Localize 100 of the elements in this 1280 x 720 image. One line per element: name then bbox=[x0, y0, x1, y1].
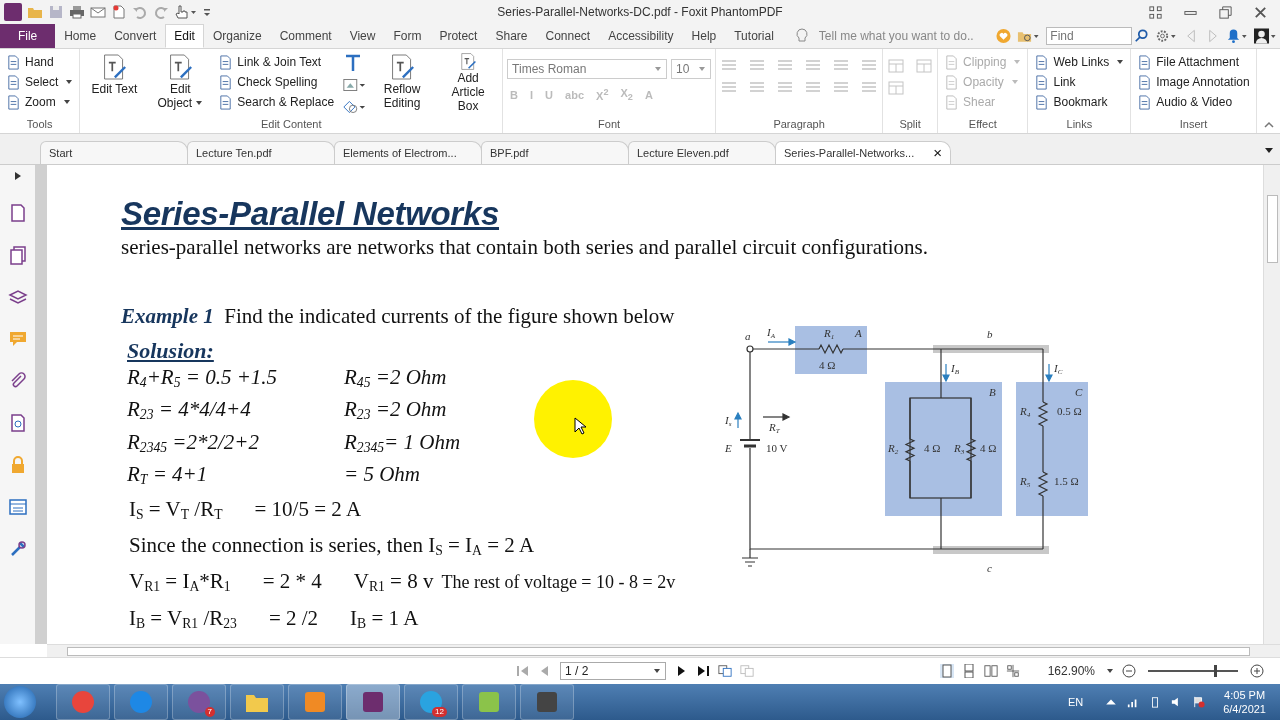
ribbon-large-button[interactable]: Reflow Editing bbox=[372, 51, 433, 115]
continuous-facing-icon[interactable] bbox=[1005, 664, 1020, 678]
start-button[interactable] bbox=[4, 686, 36, 718]
layers-icon[interactable] bbox=[7, 287, 28, 307]
expand-arrow-icon[interactable] bbox=[13, 171, 22, 181]
flag-alert-icon[interactable] bbox=[1193, 696, 1206, 708]
ribbon-tab[interactable]: Organize bbox=[203, 24, 271, 48]
ribbon-large-button[interactable]: Edit Object bbox=[150, 51, 211, 115]
close-icon[interactable] bbox=[1253, 4, 1268, 20]
bell-icon[interactable] bbox=[1225, 28, 1249, 44]
tool-icon bbox=[944, 54, 960, 70]
ribbon-button[interactable]: Bookmark bbox=[1032, 94, 1127, 110]
document-tab[interactable]: BPF.pdf bbox=[481, 141, 629, 164]
ribbon-tab[interactable]: Protect bbox=[430, 24, 487, 48]
collapse-caret-icon[interactable] bbox=[1264, 121, 1274, 129]
tab-label: Start bbox=[49, 147, 73, 159]
ribbon-tab[interactable]: Edit bbox=[165, 24, 204, 48]
ribbon-button[interactable]: Link & Join Text bbox=[216, 54, 337, 70]
ribbon-button[interactable]: Search & Replace bbox=[216, 94, 337, 110]
taskbar-button[interactable] bbox=[346, 684, 400, 720]
ribbon-tab[interactable]: Home bbox=[55, 24, 106, 48]
ribbon-button[interactable]: Hand bbox=[4, 54, 76, 70]
ribbon-large-button[interactable]: Edit Text bbox=[84, 51, 145, 115]
ribbon-large-button[interactable]: Add Article Box bbox=[438, 51, 499, 115]
document-tab[interactable]: Lecture Eleven.pdf bbox=[628, 141, 776, 164]
language-indicator[interactable]: EN bbox=[1067, 696, 1084, 708]
ribbon-tab[interactable]: Convert bbox=[105, 24, 166, 48]
facing-pages-icon[interactable] bbox=[983, 664, 998, 678]
shape-tool-icon[interactable] bbox=[342, 76, 367, 94]
print-icon[interactable] bbox=[69, 4, 85, 20]
font-size-dropdown[interactable]: 10 bbox=[671, 59, 712, 79]
heart-badge-icon[interactable] bbox=[995, 28, 1011, 44]
ribbon-tab[interactable]: Comment bbox=[270, 24, 341, 48]
ribbon-button[interactable]: Web Links bbox=[1032, 54, 1127, 70]
zoom-in-icon[interactable] bbox=[1250, 664, 1264, 678]
taskbar-button[interactable] bbox=[520, 684, 574, 720]
vertical-scrollbar[interactable] bbox=[1263, 165, 1280, 644]
zoom-level[interactable]: 162.90% bbox=[1047, 664, 1095, 678]
taskbar-button[interactable] bbox=[462, 684, 516, 720]
tab-list-caret-icon[interactable] bbox=[1264, 146, 1274, 154]
clock-date[interactable]: 6/4/2021 bbox=[1223, 702, 1266, 716]
hand-pointer-icon[interactable] bbox=[174, 4, 198, 20]
file-tab[interactable]: File bbox=[0, 24, 56, 48]
taskbar-button[interactable] bbox=[56, 684, 110, 720]
ribbon-button[interactable]: File Attachment bbox=[1135, 54, 1252, 70]
horizontal-scrollbar[interactable] bbox=[47, 644, 1280, 657]
globe-icon bbox=[128, 689, 154, 715]
ribbon-tab[interactable]: Share bbox=[486, 24, 537, 48]
caret-icon[interactable] bbox=[1106, 667, 1114, 675]
ribbon-mode-icon[interactable] bbox=[1148, 4, 1163, 20]
slider-thumb[interactable] bbox=[1213, 665, 1217, 677]
undo-icon[interactable] bbox=[132, 4, 148, 20]
shapes-icon[interactable] bbox=[342, 98, 367, 116]
user-avatar-icon[interactable] bbox=[1254, 28, 1277, 44]
ribbon-button[interactable]: Image Annotation bbox=[1135, 74, 1252, 90]
circuit-label: R$_{4}$ bbox=[1020, 405, 1031, 421]
settings-icon[interactable] bbox=[1155, 28, 1178, 44]
tell-me-field[interactable]: Tell me what you want to do.. bbox=[816, 28, 993, 44]
taskbar-button[interactable] bbox=[288, 684, 342, 720]
leaf-icon bbox=[476, 689, 502, 715]
close-tab-button[interactable]: × bbox=[933, 146, 942, 160]
zoom-slider[interactable] bbox=[1148, 665, 1238, 677]
document-tab[interactable]: Lecture Ten.pdf bbox=[187, 141, 335, 164]
ribbon-button[interactable]: Check Spelling bbox=[216, 74, 337, 90]
redo-icon[interactable] bbox=[153, 4, 169, 20]
page-number-field[interactable]: 1 / 2 bbox=[560, 662, 666, 680]
continuous-page-icon[interactable] bbox=[961, 664, 976, 678]
last-page-icon[interactable] bbox=[696, 664, 710, 678]
taskbar-button[interactable] bbox=[230, 684, 284, 720]
zoom-out-icon[interactable] bbox=[1122, 664, 1136, 678]
restore-icon[interactable] bbox=[1218, 4, 1233, 20]
document-tab[interactable]: Elements of Electrom... bbox=[334, 141, 482, 164]
find-field[interactable]: Find bbox=[1046, 27, 1133, 45]
font-dropdown[interactable]: Times Roman bbox=[507, 59, 668, 79]
duplicate-page-icon[interactable] bbox=[718, 664, 732, 678]
envelope-icon[interactable] bbox=[90, 4, 106, 20]
ribbon-button[interactable]: Select bbox=[4, 74, 76, 90]
new-file-icon[interactable] bbox=[111, 4, 127, 20]
ribbon-button[interactable]: Link bbox=[1032, 74, 1127, 90]
first-page-icon[interactable] bbox=[516, 664, 530, 678]
clock-time[interactable]: 4:05 PM bbox=[1224, 688, 1266, 702]
ribbon-button[interactable]: Zoom bbox=[4, 94, 76, 110]
ribbon-tab[interactable]: Form bbox=[384, 24, 431, 48]
single-page-icon[interactable] bbox=[939, 664, 954, 678]
ribbon-tab[interactable]: Accessibility bbox=[599, 24, 683, 48]
form-icon[interactable] bbox=[7, 497, 28, 517]
equation: R$_{45}$ =2 Ohm bbox=[344, 364, 447, 393]
ribbon-tab[interactable]: Connect bbox=[536, 24, 600, 48]
taskbar-button[interactable]: 12 bbox=[404, 684, 458, 720]
search-icon[interactable] bbox=[1134, 29, 1149, 43]
ribbon-button[interactable]: Audio & Video bbox=[1135, 94, 1252, 110]
taskbar-button[interactable]: 7 bbox=[172, 684, 226, 720]
pages-icon[interactable] bbox=[7, 245, 28, 265]
taskbar-button[interactable] bbox=[114, 684, 168, 720]
document-tab[interactable]: Start bbox=[40, 141, 188, 164]
ribbon-tab[interactable]: View bbox=[340, 24, 385, 48]
ribbon-tab[interactable]: Help bbox=[682, 24, 726, 48]
ribbon-tab[interactable]: Tutorial bbox=[725, 24, 783, 48]
equation: = 5 Ohm bbox=[344, 461, 420, 489]
document-tab[interactable]: Series-Parallel-Networks... × bbox=[775, 141, 951, 164]
